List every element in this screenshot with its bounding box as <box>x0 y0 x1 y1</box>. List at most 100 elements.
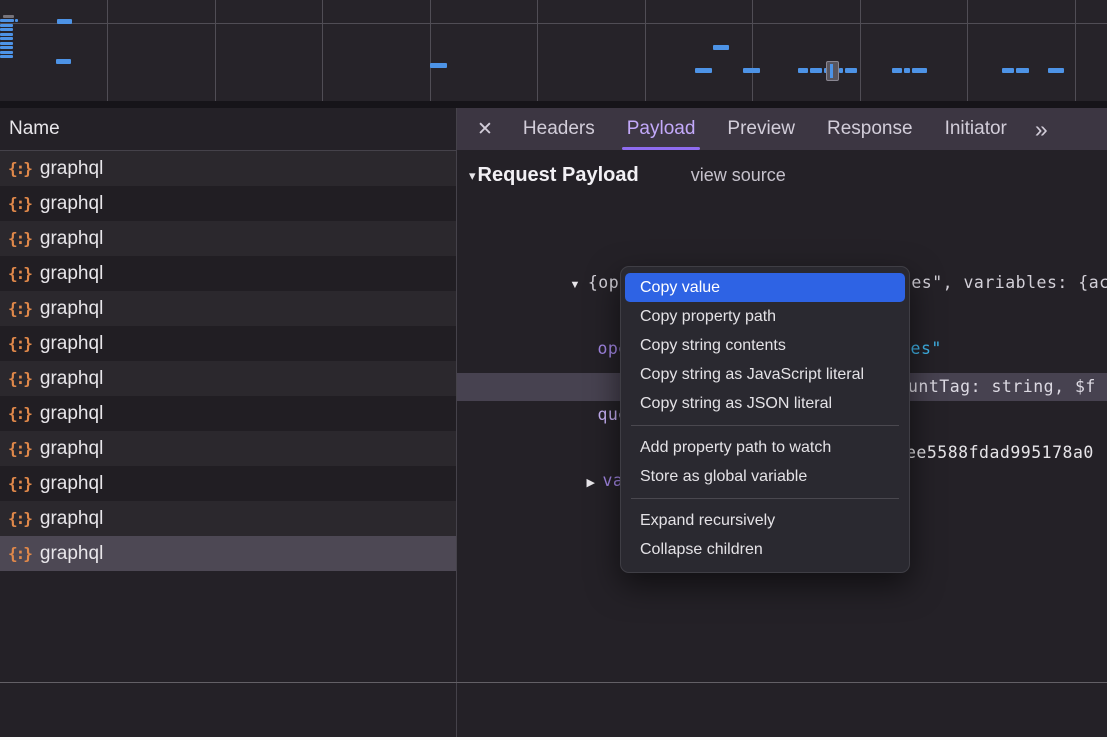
request-timeline-bar <box>57 19 72 24</box>
tab-payload[interactable]: Payload <box>627 108 696 150</box>
request-name-label: graphql <box>40 543 103 565</box>
request-timeline-bar <box>0 46 13 49</box>
network-request-row[interactable]: {:} graphql <box>0 256 456 291</box>
property-value-clipped: untTag: string, $f <box>908 373 1096 401</box>
request-timeline-bar <box>3 15 14 18</box>
timeline-gridline <box>0 23 1107 24</box>
menu-separator <box>631 425 899 426</box>
collapsed-arrow-icon[interactable]: ▶ <box>586 477 595 489</box>
json-file-icon: {:} <box>8 544 31 563</box>
timeline-gridline <box>322 0 323 101</box>
menu-item-add-property-path-to-watch[interactable]: Add property path to watch <box>625 433 905 462</box>
request-rows-container: {:} graphql {:} graphql {:} graphql {:} graphql… <box>0 151 456 571</box>
details-tabbar: ✕ Headers Payload Preview Response Initiator… <box>457 108 1107 150</box>
request-timeline-bar <box>798 68 808 73</box>
network-request-row[interactable]: {:} graphql <box>0 536 456 571</box>
network-request-row[interactable]: {:}graphql <box>0 501 456 536</box>
network-request-row[interactable]: {:}graphql <box>0 291 456 326</box>
request-timeline-bar <box>810 68 822 73</box>
name-column-label: Name <box>9 118 60 139</box>
timeline-selection-marker <box>826 61 839 81</box>
request-name-label: graphql <box>40 403 103 425</box>
request-payload-section-header: ▾ Request Payload view source <box>469 164 786 187</box>
request-name-label: graphql <box>40 158 103 180</box>
network-request-row[interactable]: {:} graphql <box>0 326 456 361</box>
request-name-label: graphql <box>40 298 103 320</box>
context-menu: Copy valueCopy property pathCopy string … <box>620 266 910 573</box>
devtools-window: Name {:}graphql{:}graphql{:}graphql{:}gr… <box>0 0 1107 737</box>
tab-initiator[interactable]: Initiator <box>945 108 1007 150</box>
network-request-row[interactable]: {:} graphql <box>0 361 456 396</box>
network-request-row[interactable]: {:}graphql <box>0 151 456 186</box>
request-timeline-bar <box>845 68 857 73</box>
network-request-list: Name {:}graphql{:}graphql{:}graphql{:}gr… <box>0 108 457 737</box>
network-request-row[interactable]: {:} graphql <box>0 466 456 501</box>
request-timeline-bar <box>912 68 927 73</box>
close-icon[interactable]: ✕ <box>477 118 493 141</box>
menu-item-copy-property-path[interactable]: Copy property path <box>625 302 905 331</box>
expanded-arrow-icon[interactable]: ▼ <box>569 279 580 291</box>
json-file-icon: {:} <box>8 264 31 283</box>
timeline-gridline <box>860 0 861 101</box>
request-name-label: graphql <box>40 263 103 285</box>
json-file-icon: {:} <box>8 334 31 353</box>
timeline-gridline <box>537 0 538 101</box>
request-timeline-bar <box>695 68 712 73</box>
request-name-label: graphql <box>40 473 103 495</box>
request-name-label: graphql <box>40 438 103 460</box>
timeline-gridline <box>752 0 753 101</box>
json-file-icon: {:} <box>8 509 31 528</box>
json-file-icon: {:} <box>8 404 31 423</box>
timeline-gridline <box>430 0 431 101</box>
collapse-section-icon[interactable]: ▾ <box>469 168 476 184</box>
property-value-clipped: ee5588fdad995178a0 <box>906 439 1094 467</box>
request-name-label: graphql <box>40 368 103 390</box>
json-file-icon: {:} <box>8 474 31 493</box>
network-overview-strip[interactable] <box>0 0 1107 108</box>
payload-root-row[interactable]: ▼{operationName: "ipFlowTimeseries", var… <box>457 241 1107 269</box>
network-request-row[interactable]: {:}graphql <box>0 431 456 466</box>
request-timeline-bar <box>0 51 13 54</box>
json-file-icon: {:} <box>8 369 31 388</box>
request-name-label: graphql <box>40 333 103 355</box>
timeline-gridline <box>967 0 968 101</box>
view-source-link[interactable]: view source <box>691 165 786 186</box>
request-timeline-bar <box>904 68 910 73</box>
request-timeline-bar <box>892 68 902 73</box>
menu-item-copy-string-as-json-literal[interactable]: Copy string as JSON literal <box>625 389 905 418</box>
menu-item-copy-string-as-javascript-literal[interactable]: Copy string as JavaScript literal <box>625 360 905 389</box>
timeline-gridline <box>107 0 108 101</box>
request-timeline-bar <box>0 19 14 22</box>
request-timeline-bar <box>839 68 843 73</box>
timeline-gridline <box>215 0 216 101</box>
menu-item-expand-recursively[interactable]: Expand recursively <box>625 506 905 535</box>
request-timeline-bar <box>0 42 13 45</box>
tab-preview[interactable]: Preview <box>727 108 795 150</box>
menu-item-copy-string-contents[interactable]: Copy string contents <box>625 331 905 360</box>
more-tabs-icon[interactable]: » <box>1035 116 1047 143</box>
request-timeline-bar <box>0 28 13 31</box>
request-timeline-bar <box>430 63 447 68</box>
menu-item-store-as-global-variable[interactable]: Store as global variable <box>625 462 905 491</box>
request-name-label: graphql <box>40 193 103 215</box>
menu-item-collapse-children[interactable]: Collapse children <box>625 535 905 564</box>
request-timeline-bar <box>713 45 729 50</box>
tab-headers[interactable]: Headers <box>523 108 595 150</box>
network-request-row[interactable]: {:} graphql <box>0 186 456 221</box>
request-timeline-bar <box>15 19 18 22</box>
request-timeline-bar <box>1016 68 1029 73</box>
network-request-row[interactable]: {:}graphql <box>0 221 456 256</box>
request-timeline-bar <box>0 55 13 58</box>
timeline-gridline <box>645 0 646 101</box>
timeline-marker-bar <box>830 64 833 78</box>
request-timeline-bar <box>743 68 760 73</box>
tab-response[interactable]: Response <box>827 108 913 150</box>
request-timeline-bar <box>0 24 13 27</box>
json-file-icon: {:} <box>8 194 31 213</box>
network-request-row[interactable]: {:} graphql <box>0 396 456 431</box>
request-timeline-bar <box>0 33 13 36</box>
menu-separator <box>631 498 899 499</box>
menu-item-copy-value[interactable]: Copy value <box>625 273 905 302</box>
json-file-icon: {:} <box>8 229 31 248</box>
name-column-header[interactable]: Name <box>0 108 456 151</box>
